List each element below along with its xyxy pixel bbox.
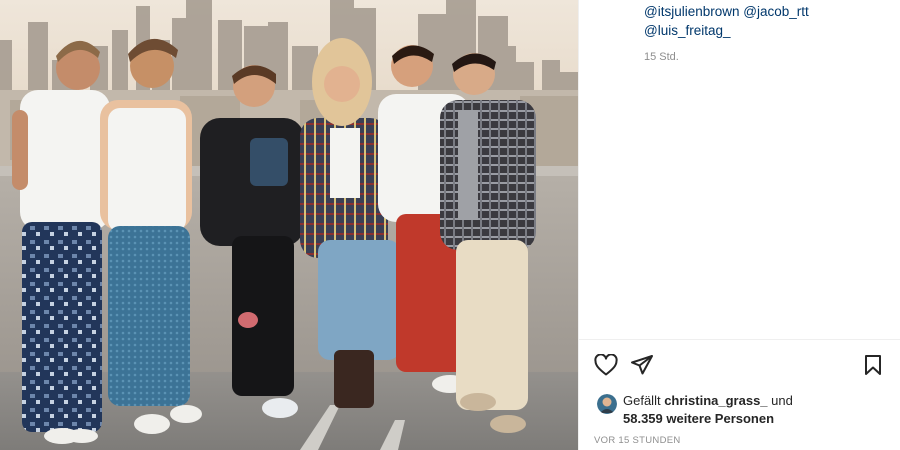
likes-text: Gefällt christina_grass_ und 58.359 weit… xyxy=(623,392,793,428)
instagram-post-view: @itsjulienbrown @jacob_rtt @luis_freitag… xyxy=(0,0,900,450)
mention-link[interactable]: @itsjulienbrown xyxy=(644,4,740,19)
heart-icon xyxy=(594,354,618,376)
share-button[interactable] xyxy=(629,352,655,378)
paper-plane-icon xyxy=(631,355,653,375)
caption-mentions: @itsjulienbrown @jacob_rtt @luis_freitag… xyxy=(644,2,809,40)
post-timestamp[interactable]: VOR 15 STUNDEN xyxy=(594,435,681,446)
post-side-panel: @itsjulienbrown @jacob_rtt @luis_freitag… xyxy=(578,0,900,450)
mention-link[interactable]: @jacob_rtt xyxy=(743,4,808,19)
post-photo-illustration xyxy=(0,0,578,450)
caption-relative-time: 15 Std. xyxy=(644,51,679,63)
likes-prefix: Gefällt xyxy=(623,393,661,408)
liker-avatar[interactable] xyxy=(597,394,617,414)
like-button[interactable] xyxy=(593,352,619,378)
mention-link[interactable]: @luis_freitag_ xyxy=(644,23,731,38)
section-divider xyxy=(579,339,900,340)
post-image[interactable] xyxy=(0,0,578,450)
post-action-bar xyxy=(593,352,886,378)
bookmark-icon xyxy=(865,355,881,375)
likes-count-link[interactable]: 58.359 weitere Personen xyxy=(623,411,774,426)
liker-username-link[interactable]: christina_grass_ xyxy=(664,393,767,408)
person-1 xyxy=(12,40,110,444)
likes-connector: und xyxy=(771,393,793,408)
save-button[interactable] xyxy=(860,352,886,378)
likes-summary: Gefällt christina_grass_ und 58.359 weit… xyxy=(597,392,793,428)
